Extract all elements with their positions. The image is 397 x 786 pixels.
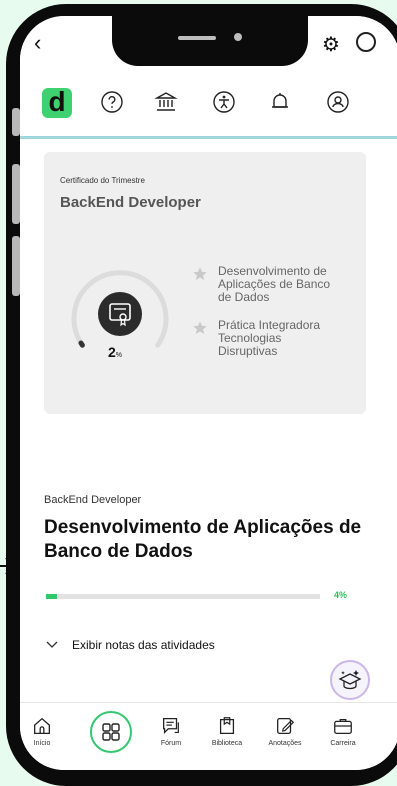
notch-camera: [234, 33, 242, 41]
notes-icon: [277, 718, 295, 734]
circle-icon: [356, 32, 376, 52]
back-chevron-icon[interactable]: ‹: [34, 30, 41, 56]
home-icon: [34, 717, 50, 734]
certificate-card[interactable]: Certificado do Trimestre BackEnd Develop…: [44, 152, 366, 414]
top-navigation: d: [20, 76, 397, 139]
course-progress-bar: [46, 594, 320, 599]
phone-side-button: [12, 108, 20, 136]
progress-percent: 2%: [108, 344, 122, 360]
tab-biblioteca[interactable]: Biblioteca: [202, 715, 252, 747]
tab-label: Carreira: [330, 740, 356, 747]
tab-label: Fórum: [160, 740, 182, 747]
gear-icon[interactable]: ⚙: [322, 32, 340, 57]
assistant-button[interactable]: [330, 660, 370, 700]
notch-speaker: [178, 36, 216, 40]
tab-grid[interactable]: [90, 711, 132, 753]
course-subtitle: BackEnd Developer: [44, 494, 142, 506]
graduation-cap-sparkle-icon: [338, 670, 362, 690]
app-screen: ‹ ⚙ d Certificado do Trimestre BackEnd D…: [20, 16, 397, 770]
module-line: de Dados: [218, 290, 270, 304]
progress-value: 2: [108, 344, 116, 360]
bank-icon[interactable]: [154, 90, 178, 114]
bottom-navigation: Início Fórum Biblioteca Anotações Carrei…: [20, 702, 397, 770]
course-progress-fill: [46, 594, 57, 599]
star-icon: [193, 321, 207, 334]
certificate-label: Certificado do Trimestre: [60, 176, 145, 185]
tab-label: Anotações: [268, 740, 302, 747]
app-logo[interactable]: d: [42, 88, 72, 118]
tab-label: Início: [33, 740, 51, 747]
certificate-title: BackEnd Developer: [60, 194, 201, 211]
chevron-down-icon: [46, 641, 58, 648]
profile-icon[interactable]: [326, 90, 350, 114]
forum-icon: [163, 718, 179, 734]
module-item: Prática Integradora Tecnologias Disrupti…: [218, 319, 320, 358]
progress-unit: %: [115, 352, 123, 359]
tab-forum[interactable]: Fórum: [148, 715, 194, 747]
toggle-activity-notes[interactable]: Exibir notas das atividades: [46, 638, 215, 652]
help-icon[interactable]: [100, 90, 124, 114]
module-item: Desenvolvimento de Aplicações de Banco d…: [218, 265, 330, 304]
tab-anotacoes[interactable]: Anotações: [258, 715, 312, 747]
bell-icon[interactable]: [268, 90, 292, 114]
accessibility-icon[interactable]: [212, 90, 236, 114]
tab-carreira[interactable]: Carreira: [320, 715, 366, 747]
status-bar: ‹ ⚙: [20, 16, 397, 76]
phone-notch: [112, 16, 308, 66]
grid-icon: [102, 723, 120, 741]
phone-side-button: [12, 164, 20, 224]
career-icon: [334, 718, 352, 734]
tab-label: Biblioteca: [211, 740, 243, 747]
course-progress-label: 4%: [334, 590, 348, 600]
course-title: Desenvolvimento de Aplicações de Banco d…: [44, 517, 362, 562]
library-icon: [219, 717, 235, 734]
phone-side-button: [12, 236, 20, 296]
star-icon: [193, 267, 207, 280]
tab-inicio[interactable]: Início: [24, 715, 60, 747]
toggle-activity-notes-label: Exibir notas das atividades: [72, 638, 215, 652]
module-line: Disruptivas: [218, 344, 278, 358]
